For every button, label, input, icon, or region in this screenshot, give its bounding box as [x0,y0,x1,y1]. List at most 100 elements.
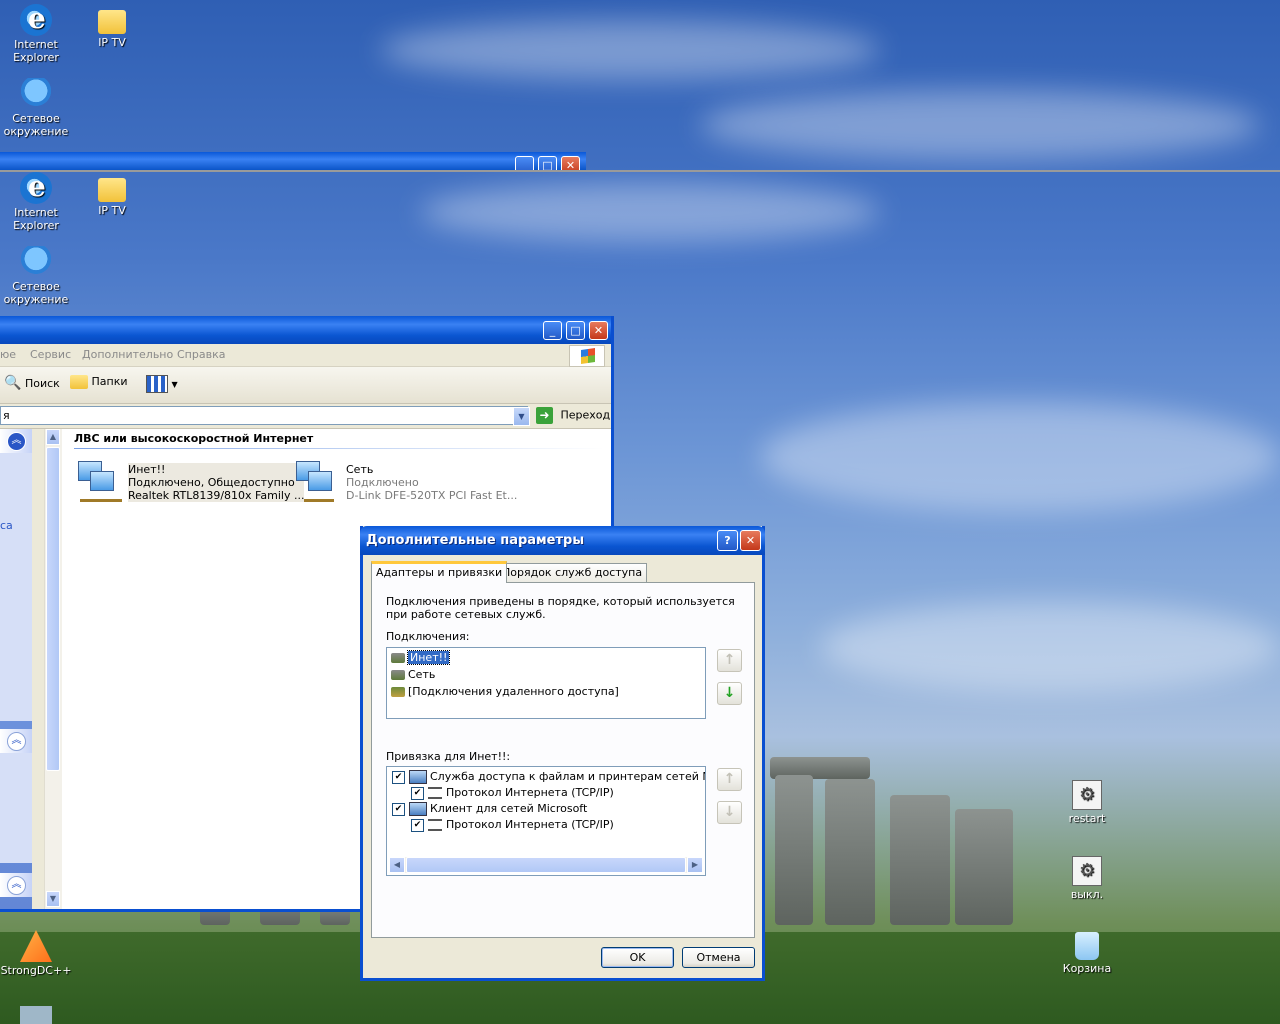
desktop-icon-label: IP TV [98,36,126,49]
bindings-label: Привязка для Инет!!: [386,750,511,763]
minimize-button[interactable]: _ [543,321,562,340]
connection-item-set[interactable]: Сеть Подключено D-Link DFE-520TX PCI Fas… [292,459,552,507]
connection-name: Инет!! [128,463,166,476]
scroll-right-button[interactable]: ▶ [687,857,703,873]
folder-icon [98,178,126,202]
connections-list[interactable]: Инет!! Сеть [Подключения удаленного дост… [386,647,706,719]
chevron-down-icon: ▼ [171,380,178,389]
list-item[interactable]: Сеть [391,667,435,683]
desktop-icon-shutdown[interactable]: выкл. [1051,856,1123,901]
menu-item-advanced[interactable]: Дополнительно [82,348,173,361]
folders-label: Папки [91,375,128,388]
go-button[interactable]: ➜ Переход [536,407,610,424]
collapse-icon[interactable]: ︽ [7,432,26,451]
help-button[interactable]: ? [717,530,738,551]
move-down-button[interactable]: ↓ [717,682,742,705]
desktop-icon-strongdc[interactable]: StrongDC++ [0,930,72,977]
desktop-icon-internet-explorer[interactable]: Internet Explorer [0,172,72,232]
toolbar: 🔍 Поиск Папки ▼ [0,367,611,404]
checkbox[interactable] [392,802,405,816]
task-pane-scrollbar[interactable]: ▲ ▼ [44,429,62,909]
task-pane-section [0,753,32,863]
task-pane-section: са [0,453,32,721]
scroll-left-button[interactable]: ◀ [389,857,405,873]
network-connection-icon [292,459,340,505]
top-desktop-pane: Internet Explorer IP TV Сетевое окружени… [0,0,1280,172]
collapse-icon[interactable]: ︽ [7,876,26,895]
views-button[interactable]: ▼ [146,375,178,393]
minimize-button[interactable]: _ [515,156,534,170]
desktop-icon-label: restart [1068,812,1106,825]
desktop-icon-label: Сетевое окружение [3,112,69,138]
menu-item-help[interactable]: Справка [177,348,225,361]
binding-move-up-button[interactable]: ↑ [717,768,742,791]
desktop-icon-label: Internet Explorer [13,38,59,64]
folders-button[interactable]: Папки [70,375,128,389]
binding-item[interactable]: Протокол Интернета (TCP/IP) [411,785,614,801]
views-icon [146,375,168,393]
binding-item[interactable]: Клиент для сетей Microsoft [392,801,587,817]
windows-logo-icon [569,345,605,367]
move-up-button[interactable]: ↑ [717,649,742,672]
collapse-icon[interactable]: ︽ [7,732,26,751]
desktop-icon-internet-explorer[interactable]: Internet Explorer [0,2,72,64]
address-dropdown-button[interactable]: ▼ [513,407,530,426]
binding-item[interactable]: Протокол Интернета (TCP/IP) [411,817,614,833]
close-button[interactable]: ✕ [561,156,580,170]
scroll-down-button[interactable]: ▼ [46,891,60,907]
desktop-icon-recycle-bin[interactable]: Корзина [1051,932,1123,975]
checkbox[interactable] [411,786,424,800]
desktop-icon-ip-tv[interactable]: IP TV [76,4,148,49]
connection-item-inet[interactable]: Инет!! Подключено, Общедоступно Realtek … [74,459,305,507]
protocol-icon [428,787,442,799]
ok-button[interactable]: OK [601,947,674,968]
network-places-icon [20,78,52,110]
close-button[interactable]: ✕ [589,321,608,340]
checkbox[interactable] [411,818,424,832]
checkbox[interactable] [392,770,405,784]
tab-adapters-bindings[interactable]: Адаптеры и привязки [371,561,508,583]
maximize-button[interactable]: □ [538,156,557,170]
cloud [380,20,880,80]
bindings-list[interactable]: Служба доступа к файлам и принтерам сете… [386,766,706,876]
binding-item[interactable]: Служба доступа к файлам и принтерам сете… [392,769,705,785]
task-pane-header[interactable]: ︽ [0,729,32,753]
folders-icon [70,375,88,389]
service-icon [409,770,427,784]
network-adapter-icon [391,653,405,663]
desktop-icon-network-places[interactable]: Сетевое окружение [0,78,72,138]
menu-item-tools[interactable]: Сервис [30,348,71,361]
close-button[interactable]: ✕ [740,530,761,551]
cancel-button[interactable]: Отмена [682,947,755,968]
desktop-icon-partial[interactable] [0,1006,72,1024]
task-link-fragment[interactable]: са [0,519,13,532]
batch-file-icon [1072,856,1102,886]
list-item[interactable]: [Подключения удаленного доступа] [391,684,619,700]
bindings-hscrollbar[interactable]: ◀ ▶ [389,857,703,873]
maximize-button[interactable]: □ [566,321,585,340]
protocol-icon [428,819,442,831]
address-input[interactable]: я [0,406,528,425]
scroll-thumb[interactable] [406,857,686,873]
description-line-1: Подключения приведены в порядке, который… [386,595,735,608]
strongdc-icon [20,930,52,962]
group-header: ЛВС или высокоскоростной Интернет [74,432,314,445]
binding-move-down-button[interactable]: ↓ [717,801,742,824]
search-button[interactable]: 🔍 Поиск [4,375,60,391]
desktop-icon-restart[interactable]: restart [1051,780,1123,825]
search-icon: 🔍 [4,375,22,391]
tab-provider-order[interactable]: Порядок служб доступа [497,563,648,582]
connections-label: Подключения: [386,630,470,643]
scroll-up-button[interactable]: ▲ [46,429,60,445]
scroll-thumb[interactable] [46,447,60,771]
desktop-icon-ip-tv[interactable]: IP TV [76,172,148,217]
menu-item-view[interactable]: юе [0,348,16,361]
network-adapter-icon [391,670,405,680]
task-pane-header[interactable]: ︽ [0,873,32,897]
dialog-title: Дополнительные параметры [366,533,585,548]
desktop-icon-network-places[interactable]: Сетевое окружение [0,246,72,306]
list-item[interactable]: Инет!! [391,650,451,666]
dialup-icon [391,687,405,697]
connection-status: Подключено, Общедоступно [128,476,295,489]
task-pane-header[interactable]: ︽ [0,429,32,453]
